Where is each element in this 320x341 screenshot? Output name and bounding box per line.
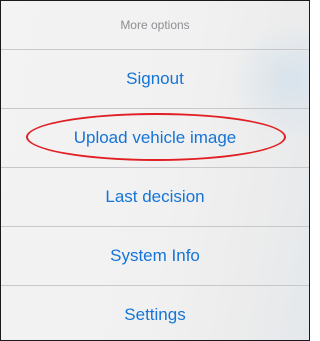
system-info-label: System Info [110,246,200,265]
system-info-button[interactable]: System Info [1,227,309,286]
sheet-title: More options [1,1,309,50]
signout-label: Signout [126,69,184,88]
last-decision-label: Last decision [105,187,205,206]
options-sheet: More options Signout Upload vehicle imag… [0,0,310,341]
signout-button[interactable]: Signout [1,50,309,109]
last-decision-button[interactable]: Last decision [1,168,309,227]
settings-button[interactable]: Settings [1,286,309,340]
upload-vehicle-image-button[interactable]: Upload vehicle image [1,109,309,168]
upload-vehicle-image-label: Upload vehicle image [73,128,237,147]
settings-label: Settings [124,305,186,324]
options-menu: Signout Upload vehicle image Last decisi… [1,50,309,340]
